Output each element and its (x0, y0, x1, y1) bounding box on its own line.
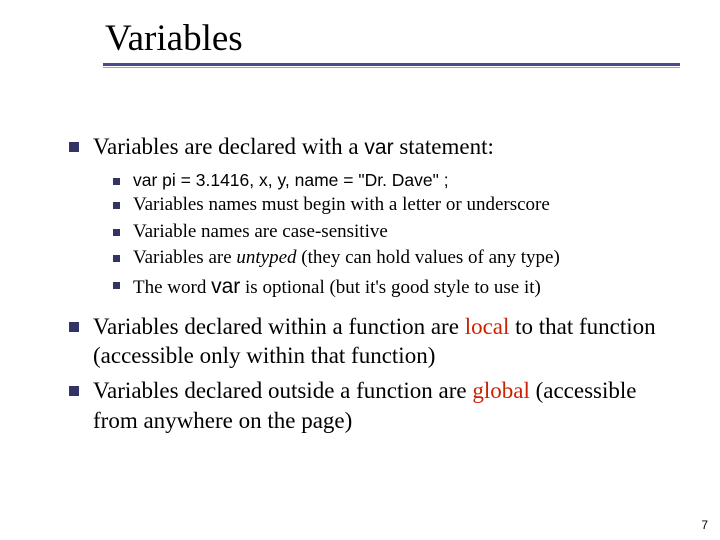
bullet-1-post: statement: (394, 134, 494, 159)
bullet-3-pre: Variables declared outside a function ar… (93, 378, 472, 403)
page-number: 7 (701, 518, 708, 532)
bullet-3-red: global (472, 378, 530, 403)
slide-title: Variables (103, 20, 680, 66)
sub-bullet-4: Variables are untyped (they can hold val… (107, 245, 670, 272)
title-container: Variables (40, 20, 680, 68)
title-underline (103, 67, 680, 68)
bullet-3: Variables declared outside a function ar… (65, 376, 670, 435)
sub-bullet-4-post: (they can hold values of any type) (297, 247, 560, 268)
sub-bullet-1: var pi = 3.1416, x, y, name = "Dr. Dave"… (107, 168, 670, 193)
bullet-1-pre: Variables are declared with a (93, 134, 364, 159)
sub-bullet-5: The word var is optional (but it's good … (107, 272, 670, 302)
bullet-2-red: local (465, 314, 510, 339)
slide-content: Variables are declared with a var statem… (40, 132, 680, 436)
slide: Variables Variables are declared with a … (0, 0, 720, 540)
sub-bullet-5-post: is optional (but it's good style to use … (240, 277, 541, 298)
bullet-1: Variables are declared with a var statem… (65, 132, 670, 302)
sub-bullet-4-pre: Variables are (133, 247, 236, 268)
bullet-list-level2: var pi = 3.1416, x, y, name = "Dr. Dave"… (93, 168, 670, 302)
bullet-2: Variables declared within a function are… (65, 312, 670, 371)
bullet-2-pre: Variables declared within a function are (93, 314, 465, 339)
sub-bullet-4-ital: untyped (236, 247, 296, 268)
sub-bullet-3: Variable names are case-sensitive (107, 219, 670, 246)
bullet-1-code: var (364, 136, 393, 159)
sub-bullet-5-code: var (211, 275, 240, 298)
bullet-list-level1: Variables are declared with a var statem… (65, 132, 670, 436)
sub-bullet-5-pre: The word (133, 277, 211, 298)
sub-bullet-2: Variables names must begin with a letter… (107, 192, 670, 219)
